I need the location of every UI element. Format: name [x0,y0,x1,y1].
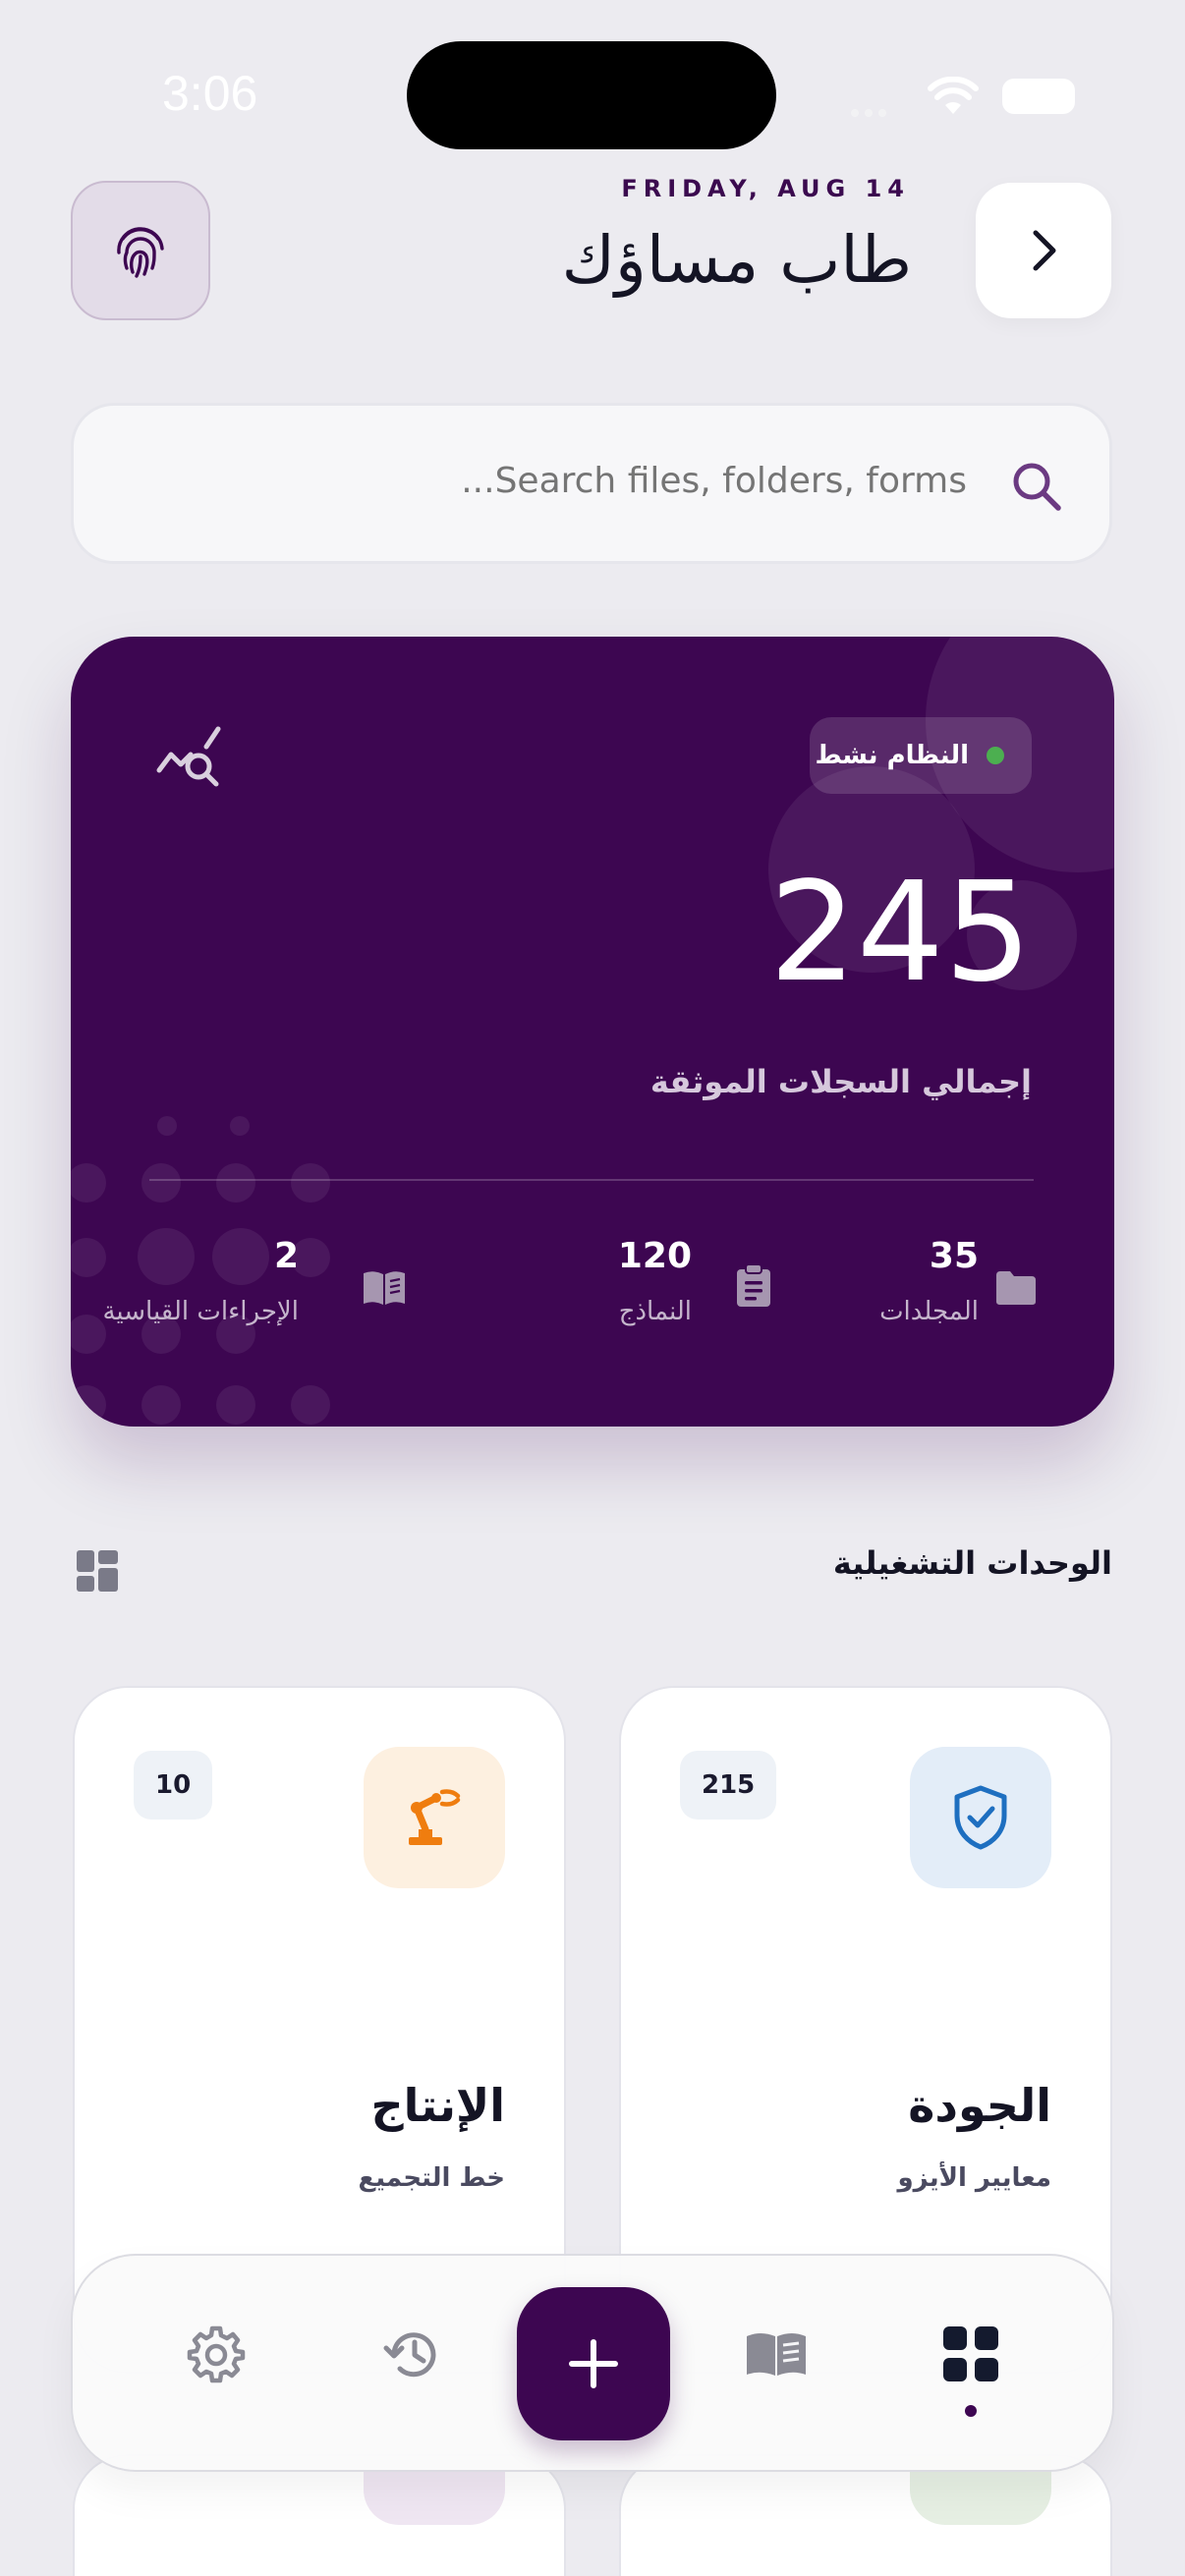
dynamic-island [407,41,776,149]
wifi-icon [928,77,979,114]
book-icon [747,2333,806,2376]
dashboard-layout-icon[interactable] [77,1550,118,1592]
stat-forms: 120 النماذج [542,1236,778,1348]
module-card-peek[interactable] [619,2454,1112,2576]
records-summary-card: النظام نشط 245 إجمالي السجلات الموثقة 35… [71,637,1114,1427]
stat-forms-value: 120 [617,1236,692,1276]
module-count-badge: 10 [134,1751,213,1820]
system-status-chip: النظام نشط [810,717,1032,794]
folder-icon [996,1271,1036,1305]
back-button[interactable] [976,183,1111,318]
nav-history[interactable] [373,2315,452,2393]
stat-forms-label: النماذج [618,1297,692,1326]
nav-dashboard[interactable] [931,2315,1010,2393]
fingerprint-icon [117,227,164,278]
chevron-right-icon [1033,230,1056,271]
shield-check-icon [954,1785,1007,1850]
add-icon [569,2339,618,2388]
nav-library[interactable] [737,2315,816,2393]
fingerprint-button[interactable] [71,181,210,320]
status-dot [987,747,1004,764]
clipboard-icon [737,1263,770,1307]
search-icon [1013,463,1061,511]
battery-icon [1002,79,1075,114]
search-bar[interactable] [71,403,1112,564]
module-subtitle: خط التجميع [358,2163,505,2193]
settings-icon [187,2325,246,2383]
stat-sops: 2 الإجراءات القياسية [102,1236,476,1348]
add-button[interactable] [517,2287,670,2440]
system-status-label: النظام نشط [815,741,969,770]
module-icon-wrap [364,1747,505,1888]
search-input[interactable] [279,461,967,501]
robot-arm-icon [409,1789,461,1845]
page-title: طاب مساؤك [561,222,912,298]
grid-icon [943,2326,998,2381]
nav-settings[interactable] [177,2315,255,2393]
book-icon [364,1271,405,1305]
divider [149,1179,1034,1181]
active-indicator [965,2405,977,2417]
total-records-label: إجمالي السجلات الموثقة [649,1063,1032,1100]
stat-sops-value: 2 [273,1236,299,1276]
analytics-search-icon[interactable] [155,725,224,790]
module-title: الجودة [908,2079,1051,2132]
status-time: 3:06 [162,66,258,121]
stat-folders-label: المجلدات [879,1297,979,1326]
section-title: الوحدات التشغيلية [832,1544,1112,1582]
date-label: FRIDAY, AUG 14 [621,175,910,202]
module-icon-wrap [910,1747,1051,1888]
bottom-navigation [71,2254,1114,2472]
module-card-peek[interactable] [73,2454,566,2576]
module-count-badge: 215 [680,1751,777,1820]
stat-folders: 35 المجلدات [857,1236,1053,1348]
stat-sops-label: الإجراءات القياسية [102,1297,299,1326]
stat-folders-value: 35 [929,1236,979,1276]
module-title: الإنتاج [370,2079,506,2132]
total-records-value: 245 [768,853,1032,1013]
module-subtitle: معايير الأيزو [897,2163,1051,2193]
history-icon [383,2332,436,2378]
signal-icon [851,102,906,117]
